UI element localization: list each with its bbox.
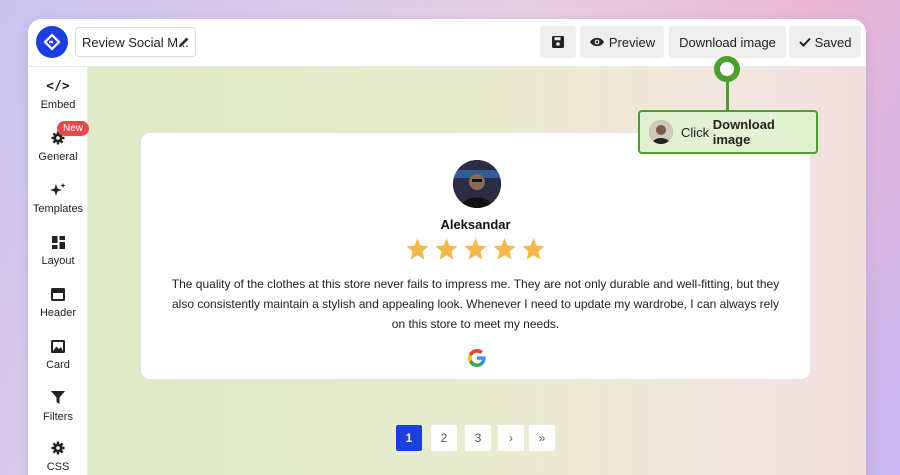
download-label: Download image [679, 34, 776, 50]
sparkle-icon [28, 181, 88, 199]
floppy-disk-icon [552, 36, 564, 48]
star-rating [141, 237, 810, 261]
star-icon [522, 238, 545, 260]
preview-button[interactable]: Preview [580, 26, 664, 58]
app-window: Review Social M... Preview Download imag… [28, 19, 866, 475]
google-icon [468, 349, 486, 367]
preview-label: Preview [608, 34, 656, 50]
sidebar-item-css[interactable]: CSS [28, 439, 88, 473]
save-button[interactable] [540, 26, 576, 58]
sidebar-item-label: Header [39, 307, 77, 319]
document-title: Review Social M... [82, 34, 189, 50]
tutorial-connector [726, 78, 729, 110]
star-icon [435, 238, 458, 260]
new-badge: New [57, 121, 90, 136]
sidebar-item-filters[interactable]: Filters [28, 389, 88, 423]
document-title-field[interactable]: Review Social M... [75, 27, 196, 57]
sidebar-item-label: Templates [32, 203, 84, 215]
sidebar-item-label: Card [46, 359, 70, 371]
image-icon [28, 337, 88, 355]
sidebar-item-label: CSS [46, 461, 70, 473]
eye-icon [589, 37, 604, 47]
sidebar-item-card[interactable]: Card [28, 337, 88, 371]
filter-icon [28, 389, 88, 407]
star-icon [464, 238, 487, 260]
header-icon [28, 285, 88, 303]
sidebar-item-header[interactable]: Header [28, 285, 88, 319]
tutorial-hotspot [714, 56, 740, 82]
page-2-button[interactable]: 2 [431, 425, 457, 451]
review-author: Aleksandar [440, 217, 511, 232]
top-toolbar: Review Social M... Preview Download imag… [28, 19, 866, 67]
logo-icon [43, 33, 61, 51]
callout-text-prefix: Click [680, 124, 713, 140]
callout-text-bold: Download image [712, 117, 775, 147]
download-image-button[interactable]: Download image [669, 26, 786, 58]
code-icon: </> [46, 78, 70, 94]
page-1-button[interactable]: 1 [396, 425, 422, 451]
gear-icon [28, 439, 88, 457]
sidebar-item-layout[interactable]: Layout [28, 233, 88, 267]
layout-icon [28, 233, 88, 251]
tutorial-callout: Click Download image [638, 110, 818, 154]
sidebar-item-templates[interactable]: Templates [28, 181, 88, 215]
app-logo[interactable] [36, 26, 68, 58]
check-icon [798, 37, 811, 47]
pencil-icon[interactable] [177, 35, 191, 49]
guide-avatar [649, 120, 673, 144]
sidebar-item-label: General [38, 151, 78, 163]
next-page-button[interactable]: › [498, 425, 524, 451]
sidebar-item-label: Layout [41, 255, 75, 267]
sidebar-item-label: Filters [43, 411, 73, 423]
avatar [453, 160, 501, 208]
star-icon [493, 238, 516, 260]
saved-label: Saved [814, 34, 852, 50]
last-page-button[interactable]: » [529, 425, 555, 451]
sidebar-item-label: Embed [40, 99, 76, 111]
saved-status-button[interactable]: Saved [789, 26, 861, 58]
page-3-button[interactable]: 3 [465, 425, 491, 451]
review-text: The quality of the clothes at this store… [171, 277, 780, 331]
star-icon [406, 238, 429, 260]
review-card[interactable]: Aleksandar The quality of the clothes at… [140, 132, 811, 380]
sidebar-item-embed[interactable]: </> Embed [28, 77, 88, 112]
